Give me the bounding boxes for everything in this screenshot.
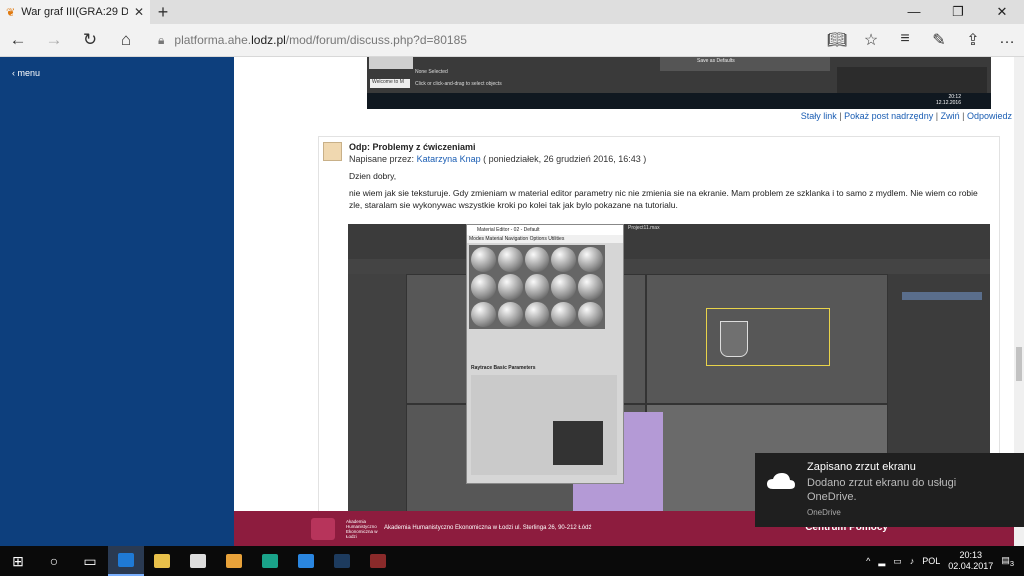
post-body: Dzien dobry, nie wiem jak sie teksturuje…: [349, 170, 989, 216]
file-explorer-icon[interactable]: [144, 546, 180, 576]
language-indicator[interactable]: POL: [922, 556, 940, 566]
system-clock[interactable]: 20:13 02.04.2017: [948, 550, 993, 572]
previous-post-screenshot: None Selected Welcome to M Click or clic…: [367, 57, 991, 109]
photoshop-icon[interactable]: [324, 546, 360, 576]
toast-message: Dodano zrzut ekranu do usługi OneDrive.: [807, 477, 957, 503]
cup-wireframe: [720, 321, 748, 357]
material-editor-window: Material Editor - 02 - Default Modes Mat…: [466, 224, 624, 484]
post-greeting: Dzien dobry,: [349, 171, 397, 181]
address-bar: ← → ↻ ⌂ 🔒︎ platforma.ahe.lodz.pl/mod/for…: [0, 24, 1024, 57]
minimize-button[interactable]: —: [892, 4, 936, 20]
more-icon[interactable]: …: [990, 30, 1024, 50]
specular-curve: [553, 421, 603, 465]
close-tab-icon[interactable]: ✕: [134, 5, 144, 19]
restore-button[interactable]: ❐: [936, 4, 980, 20]
lock-icon: 🔒︎: [158, 32, 165, 47]
toast-source: OneDrive: [807, 508, 841, 517]
volume-icon[interactable]: ♪: [910, 556, 915, 566]
scene-explorer: [348, 274, 406, 546]
screenshot-welcome: Welcome to M: [370, 79, 410, 88]
battery-icon[interactable]: ▭: [893, 556, 902, 567]
raytrace-params-header: Raytrace Basic Parameters: [471, 365, 536, 371]
menu-toggle[interactable]: ‹ menu: [12, 68, 40, 78]
reading-view-icon[interactable]: 📖︎: [820, 30, 854, 50]
url-field[interactable]: 🔒︎ platforma.ahe.lodz.pl/mod/forum/discu…: [158, 33, 820, 48]
forward-button[interactable]: →: [36, 30, 72, 50]
outlook-icon[interactable]: [216, 546, 252, 576]
material-editor-title: Material Editor - 02 - Default: [467, 225, 623, 235]
favorite-star-icon[interactable]: ☆: [854, 30, 888, 50]
store-icon[interactable]: [180, 546, 216, 576]
chevron-left-icon: ‹: [12, 68, 15, 78]
avatar[interactable]: [323, 142, 342, 161]
app-file-name: Project11.max: [628, 225, 660, 231]
chevron-up-icon[interactable]: ^: [866, 556, 870, 566]
hub-icon[interactable]: ≡: [888, 30, 922, 50]
system-tray: ^ ▂ ▭ ♪ POL 20:13 02.04.2017 ▤3: [866, 550, 1024, 572]
post-title: Odp: Problemy z ćwiczeniami: [349, 142, 476, 152]
reply-link[interactable]: Odpowiedz: [967, 111, 1012, 121]
refresh-button[interactable]: ↻: [72, 30, 108, 50]
home-button[interactable]: ⌂: [108, 30, 144, 50]
windows-taskbar: ⊞ ○ ▭ ^ ▂ ▭ ♪ POL 20:13 02.04.2017 ▤3: [0, 546, 1024, 576]
share-icon[interactable]: ⇪: [956, 30, 990, 50]
screenshot-clock: 20:12 12.12.2016: [935, 94, 961, 106]
tab-title: War graf III(GRA:29 D1 S: [21, 6, 128, 18]
post-date: ( poniedziałek, 26 grudzień 2016, 16:43 …: [483, 154, 647, 164]
search-icon[interactable]: ○: [36, 546, 72, 576]
back-button[interactable]: ←: [0, 30, 36, 50]
screenshot-status-1: None Selected: [415, 69, 448, 75]
screenshot-status-2: Click or click-and-drag to select object…: [415, 81, 502, 87]
task-view-icon[interactable]: ▭: [72, 546, 108, 576]
start-button[interactable]: ⊞: [0, 546, 36, 576]
screenshot-top-panel: [660, 57, 830, 71]
menu-label: menu: [17, 68, 41, 78]
post-text: nie wiem jak sie teksturuje. Gdy zmienia…: [349, 188, 978, 210]
command-panel-button: [902, 292, 982, 300]
permalink-link[interactable]: Stały link: [801, 111, 837, 121]
browser-tab[interactable]: ❦ War graf III(GRA:29 D1 S ✕: [0, 0, 150, 24]
3dsmax-icon[interactable]: [252, 546, 288, 576]
screenshot-taskbar: [367, 93, 991, 109]
logo-text: Akademia Humanistyczno Ekonomiczna w Łod…: [346, 519, 378, 539]
screenshot-panel: [369, 57, 413, 69]
author-link[interactable]: Katarzyna Knap: [417, 154, 481, 164]
scroll-thumb[interactable]: [1016, 347, 1022, 381]
new-tab-button[interactable]: +: [150, 2, 176, 23]
post-author-line: Napisane przez: Katarzyna Knap ( poniedz…: [349, 154, 647, 164]
edge-taskbar-icon[interactable]: [108, 546, 144, 576]
screenshot-anim-controls: [837, 67, 987, 93]
onedrive-cloud-icon: [767, 473, 795, 489]
url-text: platforma.ahe.lodz.pl/mod/forum/discuss.…: [174, 33, 467, 47]
tab-bar: ❦ War graf III(GRA:29 D1 S ✕ + — ❐ ✕: [0, 0, 1024, 24]
window-controls: — ❐ ✕: [892, 4, 1024, 20]
app-toolbar: [348, 224, 990, 259]
butterfly-icon: ❦: [6, 6, 16, 19]
internet-explorer-icon[interactable]: [288, 546, 324, 576]
university-logo: [311, 518, 335, 540]
toast-title: Zapisano zrzut ekranu: [807, 461, 916, 473]
network-icon[interactable]: ▂: [878, 556, 885, 567]
material-slots: [469, 245, 605, 329]
screenshot-save-defaults: Save as Defaults: [697, 58, 735, 64]
collapse-link[interactable]: Zwiń: [941, 111, 960, 121]
browser-toolbar: 📖︎ ☆ ≡ ✎ ⇪ …: [820, 30, 1024, 50]
close-window-button[interactable]: ✕: [980, 4, 1024, 20]
parent-post-link[interactable]: Pokaż post nadrzędny: [844, 111, 933, 121]
notification-toast[interactable]: Zapisano zrzut ekranu Dodano zrzut ekran…: [755, 453, 1024, 527]
sidebar: ‹ menu: [0, 57, 234, 546]
material-editor-menu: Modes Material Navigation Options Utilit…: [467, 235, 623, 243]
web-note-icon[interactable]: ✎: [922, 30, 956, 50]
post-links: Stały link | Pokaż post nadrzędny | Zwiń…: [800, 111, 1012, 121]
app-icon[interactable]: [360, 546, 396, 576]
action-center-icon[interactable]: ▤3: [1001, 555, 1014, 568]
footer-address: Akademia Humanistyczno Ekonomiczna w Łod…: [384, 525, 592, 531]
